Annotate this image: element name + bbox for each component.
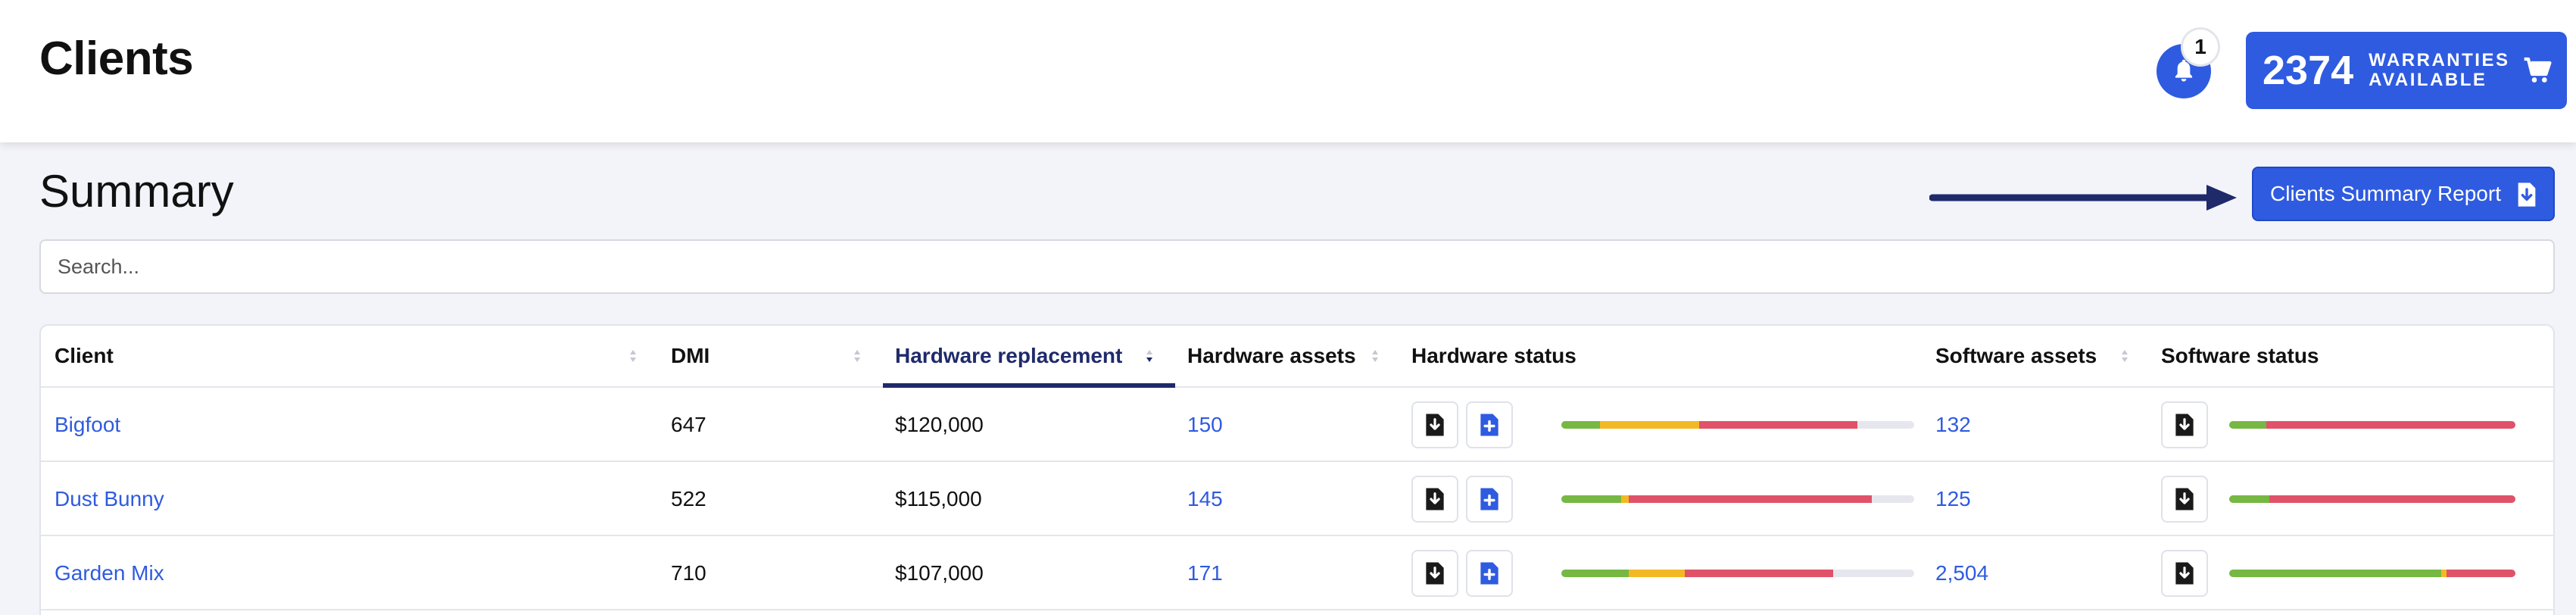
status-segment: [2440, 570, 2447, 577]
client-link[interactable]: Bigfoot: [55, 413, 120, 437]
software-status-bar: [2229, 421, 2515, 429]
status-segment: [1561, 570, 1629, 577]
sort-icon[interactable]: [2120, 348, 2129, 364]
download-icon: [2175, 414, 2194, 436]
report-button-label: Clients Summary Report: [2270, 182, 2501, 205]
software-assets-link[interactable]: 132: [1935, 413, 1971, 437]
download-icon: [2175, 488, 2194, 510]
dmi-value: 710: [671, 561, 706, 585]
warranty-label: WARRANTIES AVAILABLE: [2369, 51, 2512, 90]
column-header-client[interactable]: Client: [55, 344, 114, 368]
warranty-count: 2374: [2263, 48, 2354, 93]
column-header-hardware-replacement[interactable]: Hardware replacement: [895, 344, 1122, 368]
notification-count-badge: 1: [2181, 27, 2220, 67]
sort-icon[interactable]: [1371, 348, 1380, 364]
status-segment: [2447, 570, 2515, 577]
sort-descending-icon[interactable]: [1145, 348, 1154, 364]
cart-icon: [2524, 57, 2552, 83]
software-download-button[interactable]: [2161, 401, 2208, 448]
warranty-label-line1: WARRANTIES: [2369, 50, 2510, 70]
search-input[interactable]: [39, 239, 2555, 294]
arrow-pointer-icon: [1929, 185, 2237, 211]
row-divider: [41, 460, 2553, 462]
column-header-hardware-assets[interactable]: Hardware assets: [1187, 344, 1356, 368]
status-segment: [2269, 495, 2515, 503]
status-segment: [1685, 570, 1833, 577]
header-divider: [41, 386, 2553, 388]
dmi-value: 647: [671, 413, 706, 436]
hardware-status-bar: [1561, 570, 1914, 577]
hardware-assets-link[interactable]: 145: [1187, 487, 1223, 511]
software-download-button[interactable]: [2161, 550, 2208, 597]
hardware-assets-link[interactable]: 150: [1187, 413, 1223, 437]
warranty-label-line2: AVAILABLE: [2369, 70, 2487, 90]
page-title: Clients: [39, 33, 194, 85]
hardware-replacement-value: $120,000: [895, 413, 984, 436]
add-document-icon: [1480, 562, 1499, 585]
status-segment: [1698, 421, 1858, 429]
status-segment: [2266, 421, 2515, 429]
status-segment: [1561, 421, 1601, 429]
hardware-replacement-value: $115,000: [895, 487, 982, 510]
software-status-bar: [2229, 495, 2515, 503]
status-segment: [2229, 570, 2441, 577]
client-link[interactable]: Dust Bunny: [55, 487, 164, 511]
add-document-icon: [1480, 488, 1499, 510]
hardware-download-button[interactable]: [1411, 476, 1458, 523]
status-segment: [1600, 421, 1699, 429]
document-download-icon: [2518, 183, 2536, 207]
status-segment: [1561, 495, 1622, 503]
column-header-software-assets[interactable]: Software assets: [1935, 344, 2097, 368]
sort-icon[interactable]: [628, 348, 638, 364]
status-segment: [1621, 495, 1629, 503]
dmi-value: 522: [671, 487, 706, 510]
hardware-replacement-value: $107,000: [895, 561, 984, 585]
hardware-assets-link[interactable]: 171: [1187, 561, 1223, 585]
add-document-icon: [1480, 414, 1499, 436]
download-icon: [2175, 562, 2194, 585]
hardware-download-button[interactable]: [1411, 550, 1458, 597]
hardware-status-bar: [1561, 421, 1914, 429]
download-icon: [1426, 414, 1444, 436]
top-bar: Clients 1 2374 WARRANTIES AVAILABLE: [0, 0, 2576, 142]
status-segment: [1628, 495, 1873, 503]
warranties-available-button[interactable]: 2374 WARRANTIES AVAILABLE: [2246, 32, 2567, 109]
summary-title: Summary: [39, 166, 234, 217]
software-assets-link[interactable]: 2,504: [1935, 561, 1988, 585]
hardware-add-button[interactable]: [1466, 550, 1513, 597]
clients-table: Client DMI Hardware replacement Hardware…: [39, 324, 2555, 615]
hardware-download-button[interactable]: [1411, 401, 1458, 448]
download-icon: [1426, 562, 1444, 585]
software-status-bar: [2229, 570, 2515, 577]
download-icon: [1426, 488, 1444, 510]
sort-icon[interactable]: [853, 348, 862, 364]
software-download-button[interactable]: [2161, 476, 2208, 523]
row-divider: [41, 609, 2553, 610]
column-header-hardware-status: Hardware status: [1411, 344, 1576, 367]
status-segment: [2229, 421, 2267, 429]
hardware-add-button[interactable]: [1466, 401, 1513, 448]
column-header-software-status: Software status: [2161, 344, 2319, 367]
hardware-status-bar: [1561, 495, 1914, 503]
software-assets-link[interactable]: 125: [1935, 487, 1971, 511]
row-divider: [41, 535, 2553, 536]
status-segment: [2229, 495, 2269, 503]
status-segment: [1628, 570, 1686, 577]
column-header-dmi[interactable]: DMI: [671, 344, 709, 368]
client-link[interactable]: Garden Mix: [55, 561, 164, 585]
active-sort-underline: [883, 383, 1175, 388]
clients-summary-report-button[interactable]: Clients Summary Report: [2252, 167, 2555, 221]
hardware-add-button[interactable]: [1466, 476, 1513, 523]
